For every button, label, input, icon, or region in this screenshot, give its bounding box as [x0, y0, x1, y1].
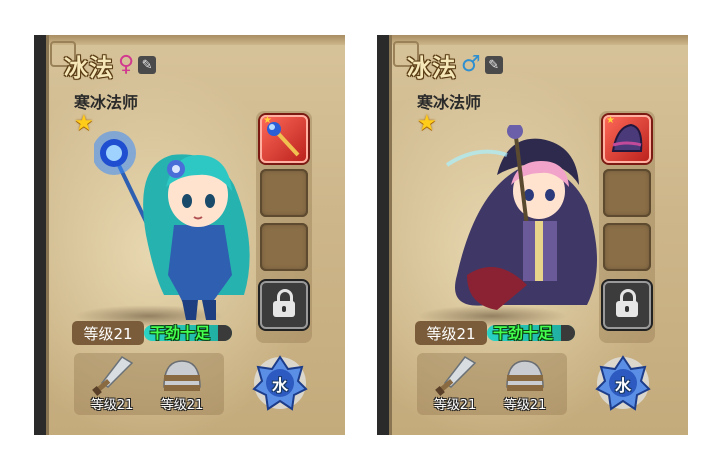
- empty-equipment-slot[interactable]: [603, 223, 651, 271]
- star-icon: ★: [417, 111, 437, 136]
- hero-card-female[interactable]: 冰法 ♀ ✎ 寒冰法师 ★ ★ 等级21 干劲十足 等级21 等级21 水: [34, 35, 345, 435]
- helmet-gear[interactable]: 等级21: [152, 353, 212, 415]
- empty-equipment-slot[interactable]: [603, 169, 651, 217]
- sword-icon: [92, 356, 134, 396]
- star-icon: ★: [74, 111, 94, 136]
- sword-icon: [435, 356, 477, 396]
- ice-mage-female-portrait[interactable]: [94, 125, 254, 325]
- equipped-staff-slot[interactable]: ★: [260, 115, 308, 163]
- star-icon: ★: [263, 115, 272, 126]
- helmet-icon: [506, 360, 544, 391]
- class-name: 冰法: [64, 53, 114, 82]
- lock-icon: [616, 289, 638, 317]
- equipment-slots: ★: [599, 111, 655, 343]
- morale-status: 干劲十足: [150, 324, 211, 342]
- helmet-icon: [163, 360, 201, 391]
- class-name: 冰法: [407, 53, 457, 82]
- empty-equipment-slot[interactable]: [260, 169, 308, 217]
- star-icon: ★: [606, 115, 615, 126]
- equipment-slots: ★: [256, 111, 312, 343]
- equipped-hat-slot[interactable]: ★: [603, 115, 651, 163]
- helmet-gear[interactable]: 等级21: [495, 353, 555, 415]
- subclass-name: 寒冰法师: [74, 93, 139, 112]
- morale-status: 干劲十足: [493, 324, 554, 342]
- empty-equipment-slot[interactable]: [260, 223, 308, 271]
- water-element-badge[interactable]: 水: [595, 355, 651, 411]
- gear-panel: 等级21 等级21: [417, 353, 567, 415]
- water-element-badge[interactable]: 水: [252, 355, 308, 411]
- helmet-level: 等级21: [503, 398, 547, 413]
- weapon-gear[interactable]: 等级21: [425, 353, 485, 415]
- gear-panel: 等级21 等级21: [74, 353, 224, 415]
- title-row: 冰法 ♂ ✎: [407, 49, 503, 82]
- element-label: 水: [614, 376, 631, 395]
- lock-icon: [273, 289, 295, 317]
- female-gender-icon: ♀: [118, 52, 135, 77]
- helmet-level: 等级21: [160, 398, 204, 413]
- locked-equipment-slot[interactable]: [260, 281, 308, 329]
- edit-icon[interactable]: ✎: [138, 56, 157, 74]
- hero-card-male[interactable]: 冰法 ♂ ✎ 寒冰法师 ★ ★ 等级21 干劲十足 等级21 等级21 水: [377, 35, 688, 435]
- edit-icon[interactable]: ✎: [484, 56, 503, 74]
- male-gender-icon: ♂: [461, 52, 481, 77]
- element-label: 水: [271, 376, 288, 395]
- hero-level: 等级21: [72, 321, 144, 345]
- weapon-gear[interactable]: 等级21: [82, 353, 142, 415]
- weapon-level: 等级21: [433, 398, 477, 413]
- ice-mage-male-portrait[interactable]: [437, 125, 597, 325]
- title-row: 冰法 ♀ ✎: [64, 49, 157, 82]
- subclass-name: 寒冰法师: [417, 93, 482, 112]
- hero-level: 等级21: [415, 321, 487, 345]
- locked-equipment-slot[interactable]: [603, 281, 651, 329]
- weapon-level: 等级21: [90, 398, 134, 413]
